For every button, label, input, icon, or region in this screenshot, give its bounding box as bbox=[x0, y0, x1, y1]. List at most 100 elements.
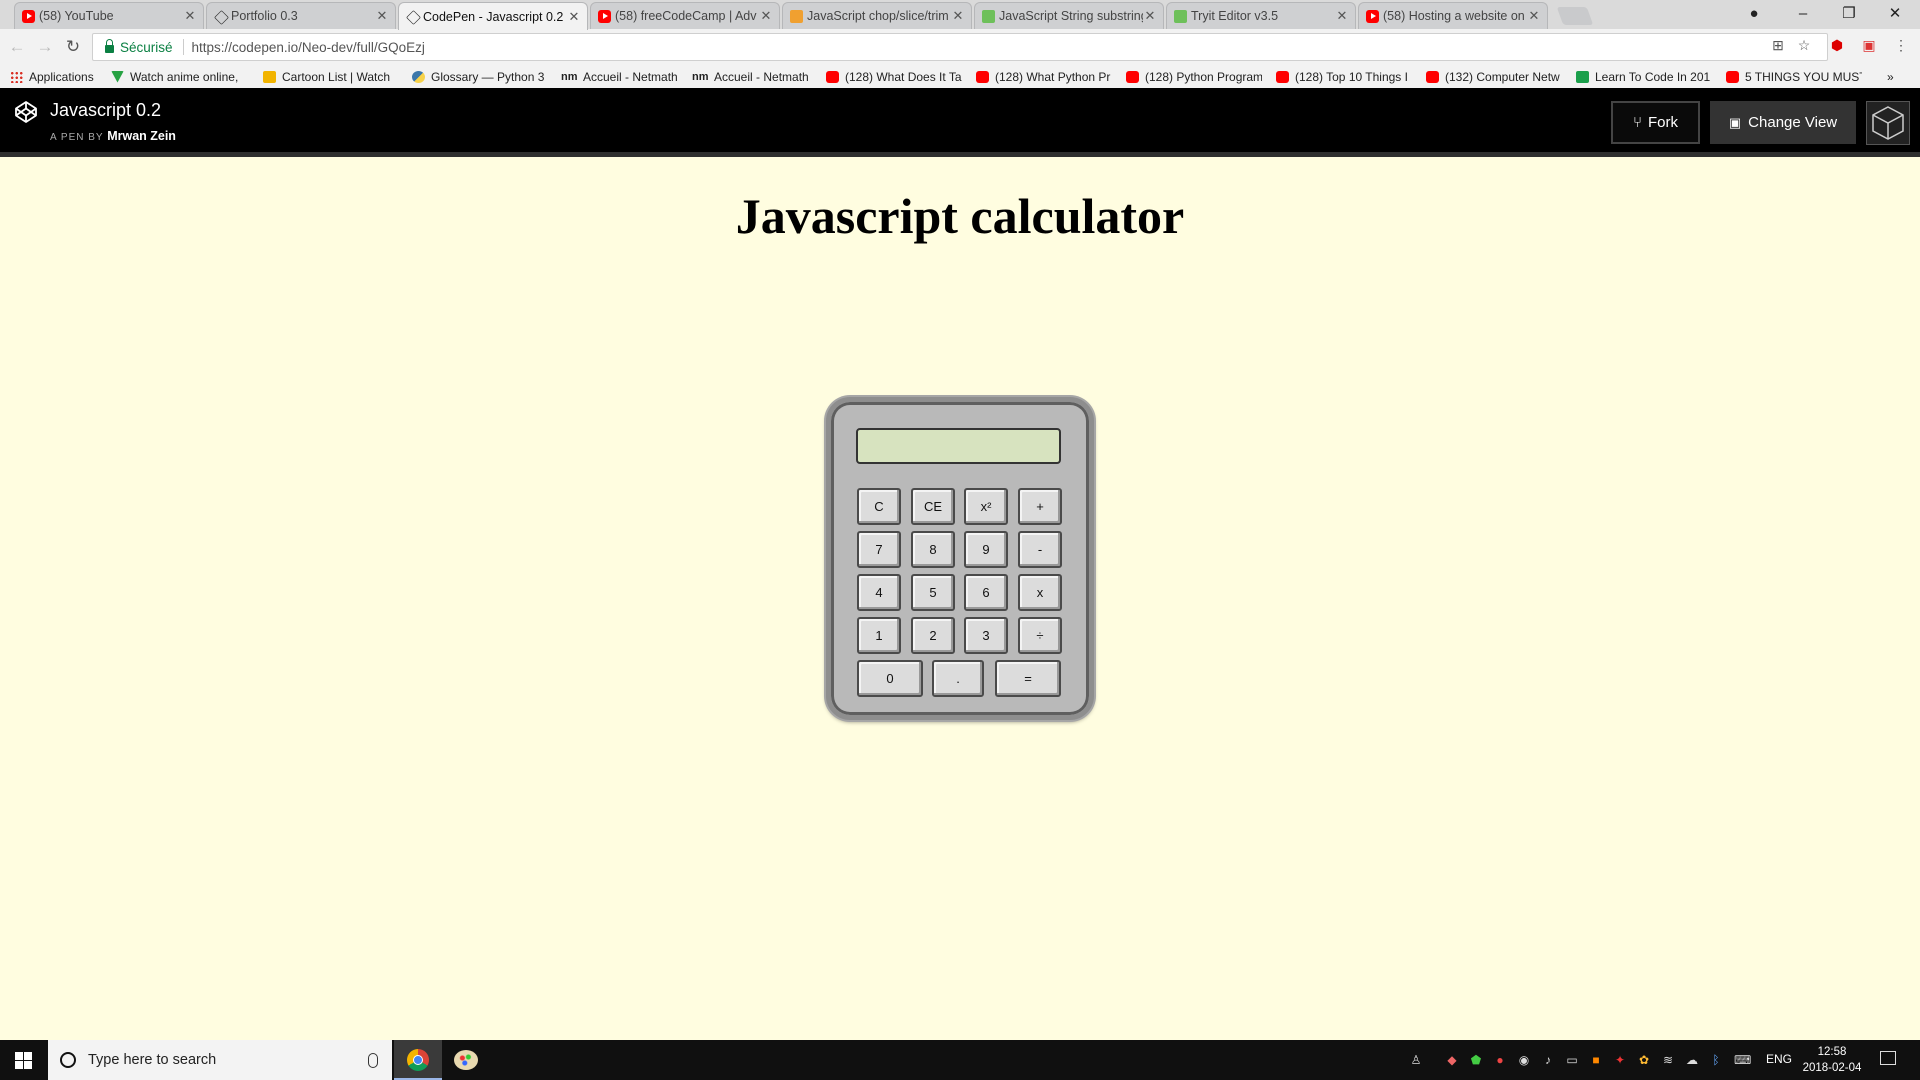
tray-acrobat-icon[interactable]: ✦ bbox=[1612, 1052, 1628, 1068]
bookmark-learn-code[interactable]: Learn To Code In 201 bbox=[1576, 68, 1712, 85]
back-arrow-icon[interactable]: ← bbox=[6, 36, 28, 58]
key-8[interactable]: 8 bbox=[911, 531, 955, 568]
tab-close-icon[interactable]: ✕ bbox=[567, 9, 581, 25]
forward-arrow-icon[interactable]: → bbox=[34, 36, 56, 58]
key-divide[interactable]: ÷ bbox=[1018, 617, 1062, 654]
key-0[interactable]: 0 bbox=[857, 660, 923, 697]
key-5[interactable]: 5 bbox=[911, 574, 955, 611]
tray-yellow-icon[interactable]: ✿ bbox=[1636, 1052, 1652, 1068]
close-window-icon[interactable]: ✕ bbox=[1872, 0, 1918, 28]
key-plus[interactable]: + bbox=[1018, 488, 1062, 525]
key-equals[interactable]: = bbox=[995, 660, 1061, 697]
cartoon-icon bbox=[263, 70, 276, 83]
tray-monitor-icon[interactable]: ▭ bbox=[1564, 1052, 1580, 1068]
tab-youtube[interactable]: (58) YouTube ✕ bbox=[14, 2, 204, 29]
tab-js-substring[interactable]: JavaScript String substring ✕ bbox=[974, 2, 1164, 29]
chrome-icon bbox=[407, 1049, 429, 1071]
bluetooth-icon[interactable]: ᛒ bbox=[1708, 1052, 1724, 1068]
tab-close-icon[interactable]: ✕ bbox=[1143, 8, 1157, 24]
change-view-button[interactable]: ▣ Change View bbox=[1710, 101, 1856, 144]
bookmark-label: (128) Top 10 Things I bbox=[1295, 69, 1408, 84]
tab-codepen-active[interactable]: CodePen - Javascript 0.2 ✕ bbox=[398, 2, 588, 30]
key-clear-entry[interactable]: CE bbox=[911, 488, 955, 525]
key-square[interactable]: x² bbox=[964, 488, 1008, 525]
taskbar-paint[interactable] bbox=[442, 1040, 490, 1080]
netmath-icon: nm bbox=[692, 70, 709, 83]
bookmark-youtube-1[interactable]: (128) What Does It Ta bbox=[826, 68, 966, 85]
apps-grid-icon bbox=[10, 70, 23, 83]
tray-red-icon[interactable]: ● bbox=[1492, 1052, 1508, 1068]
steam-icon[interactable]: ◉ bbox=[1516, 1052, 1532, 1068]
start-button[interactable] bbox=[0, 1040, 48, 1080]
key-7[interactable]: 7 bbox=[857, 531, 901, 568]
tab-freecodecamp[interactable]: (58) freeCodeCamp | Adv ✕ bbox=[590, 2, 780, 29]
onedrive-icon[interactable]: ☁ bbox=[1684, 1052, 1700, 1068]
key-multiply[interactable]: x bbox=[1018, 574, 1062, 611]
key-3[interactable]: 3 bbox=[964, 617, 1008, 654]
tab-close-icon[interactable]: ✕ bbox=[183, 8, 197, 24]
tab-close-icon[interactable]: ✕ bbox=[759, 8, 773, 24]
key-4[interactable]: 4 bbox=[857, 574, 901, 611]
author-link[interactable]: Mrwan Zein bbox=[107, 129, 176, 143]
bookmark-cartoon[interactable]: Cartoon List | Watch bbox=[263, 68, 398, 85]
restore-icon[interactable]: ❐ bbox=[1826, 0, 1872, 28]
tab-close-icon[interactable]: ✕ bbox=[951, 8, 965, 24]
language-indicator[interactable]: ENG bbox=[1766, 1052, 1792, 1066]
bookmark-anime[interactable]: Watch anime online, bbox=[111, 68, 245, 85]
extension-icon[interactable]: ▣ bbox=[1860, 36, 1878, 54]
bookmark-youtube-2[interactable]: (128) What Python Pr bbox=[976, 68, 1112, 85]
notification-icon[interactable] bbox=[1880, 1051, 1896, 1065]
bookmark-python-glossary[interactable]: Glossary — Python 3 bbox=[412, 68, 546, 85]
minimize-icon[interactable]: – bbox=[1780, 0, 1826, 28]
translate-icon[interactable]: ⊞ bbox=[1769, 36, 1787, 54]
bookmark-netmath-1[interactable]: nm Accueil - Netmath bbox=[561, 68, 686, 85]
tab-tryit-editor[interactable]: Tryit Editor v3.5 ✕ bbox=[1166, 2, 1356, 29]
volume-icon[interactable]: ♪ bbox=[1540, 1052, 1556, 1068]
key-6[interactable]: 6 bbox=[964, 574, 1008, 611]
reload-icon[interactable]: ↻ bbox=[62, 36, 84, 58]
tab-js-chop[interactable]: JavaScript chop/slice/trim ✕ bbox=[782, 2, 972, 29]
tab-close-icon[interactable]: ✕ bbox=[375, 8, 389, 24]
people-icon[interactable]: ♙ bbox=[1408, 1052, 1424, 1068]
adblock-icon[interactable]: ⬢ bbox=[1828, 36, 1846, 54]
bookmark-netmath-2[interactable]: nm Accueil - Netmath bbox=[692, 68, 817, 85]
youtube-icon bbox=[1366, 10, 1379, 23]
bookmark-youtube-5[interactable]: (132) Computer Netw bbox=[1426, 68, 1562, 85]
key-clear[interactable]: C bbox=[857, 488, 901, 525]
tray-app-icon[interactable]: ◆ bbox=[1444, 1052, 1460, 1068]
bookmark-youtube-3[interactable]: (128) Python Program bbox=[1126, 68, 1262, 85]
user-avatar[interactable] bbox=[1866, 101, 1910, 145]
address-bar[interactable]: Sécurisé https://codepen.io/Neo-dev/full… bbox=[92, 33, 1828, 61]
bookmark-youtube-4[interactable]: (128) Top 10 Things I bbox=[1276, 68, 1412, 85]
taskbar-chrome[interactable] bbox=[394, 1040, 442, 1080]
system-clock[interactable]: 12:58 2018-02-04 bbox=[1800, 1044, 1864, 1076]
key-1[interactable]: 1 bbox=[857, 617, 901, 654]
bookmarks-more-button[interactable]: » bbox=[1887, 68, 1903, 85]
tab-hosting[interactable]: (58) Hosting a website on ✕ bbox=[1358, 2, 1548, 29]
tray-shield-icon[interactable]: ⬟ bbox=[1468, 1052, 1484, 1068]
tab-close-icon[interactable]: ✕ bbox=[1527, 8, 1541, 24]
fork-button[interactable]: ⑂ Fork bbox=[1611, 101, 1700, 144]
youtube-icon bbox=[1426, 70, 1439, 83]
url-text: https://codepen.io/Neo-dev/full/GQoEzj bbox=[191, 39, 425, 55]
key-minus[interactable]: - bbox=[1018, 531, 1062, 568]
bookmark-star-icon[interactable]: ☆ bbox=[1795, 36, 1813, 54]
tab-close-icon[interactable]: ✕ bbox=[1335, 8, 1349, 24]
new-tab-button[interactable] bbox=[1556, 7, 1594, 25]
bookmark-youtube-6[interactable]: 5 THINGS YOU MUST bbox=[1726, 68, 1862, 85]
tray-orange-icon[interactable]: ■ bbox=[1588, 1052, 1604, 1068]
key-9[interactable]: 9 bbox=[964, 531, 1008, 568]
key-2[interactable]: 2 bbox=[911, 617, 955, 654]
youtube-icon bbox=[1126, 70, 1139, 83]
codepen-logo-icon[interactable] bbox=[14, 100, 38, 124]
wifi-icon[interactable]: ≋ bbox=[1660, 1052, 1676, 1068]
bookmark-applications[interactable]: Applications bbox=[10, 68, 100, 85]
bookmark-label: 5 THINGS YOU MUST bbox=[1745, 69, 1862, 84]
key-decimal[interactable]: . bbox=[932, 660, 984, 697]
keyboard-icon[interactable]: ⌨ bbox=[1734, 1052, 1751, 1068]
profile-icon[interactable]: ● bbox=[1731, 0, 1777, 28]
taskbar-search[interactable]: Type here to search bbox=[48, 1040, 392, 1080]
tab-portfolio[interactable]: Portfolio 0.3 ✕ bbox=[206, 2, 396, 29]
microphone-icon[interactable] bbox=[368, 1052, 378, 1068]
menu-kebab-icon[interactable]: ⋮ bbox=[1892, 36, 1910, 54]
